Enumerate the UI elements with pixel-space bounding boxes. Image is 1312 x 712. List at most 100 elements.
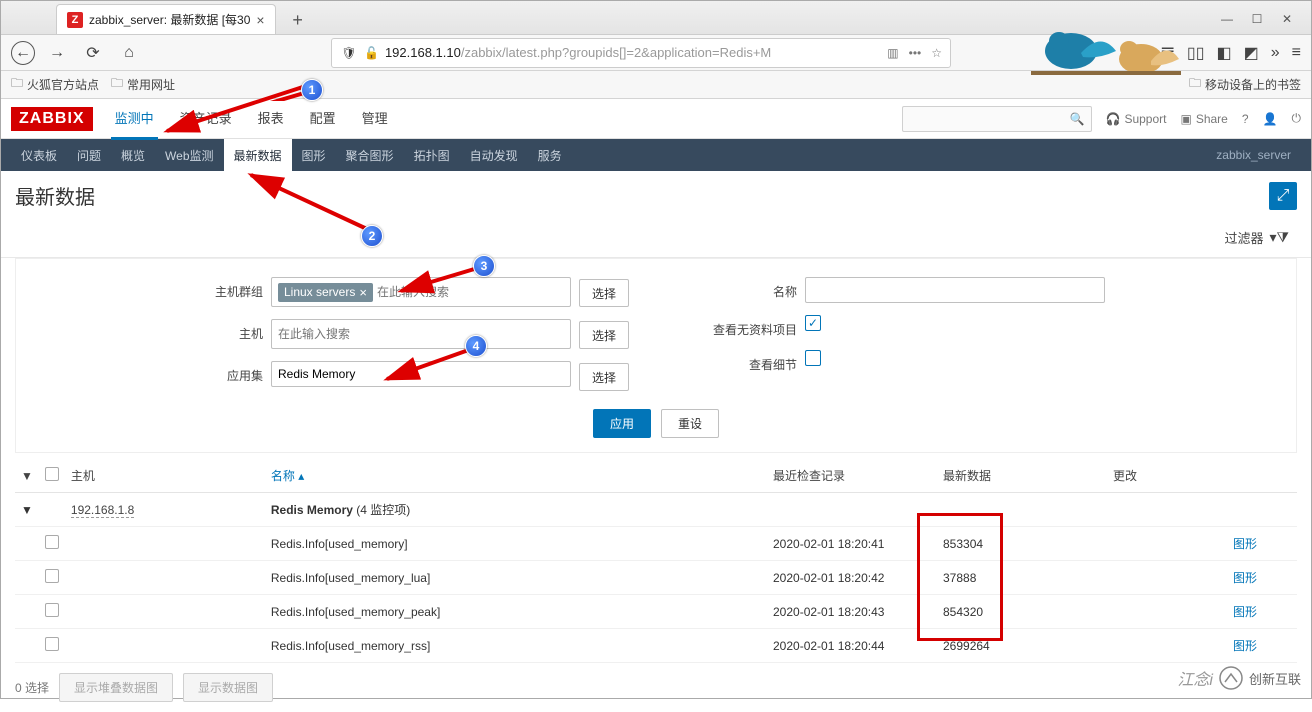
logout-icon[interactable]: ⏻ — [1292, 111, 1302, 126]
zabbix-logo[interactable]: ZABBIX — [11, 107, 93, 131]
bookmark-firefox-official[interactable]: 🗀 火狐官方站点 — [11, 74, 99, 95]
reset-button[interactable]: 重设 — [661, 409, 719, 438]
latest-data-table: ▼ 主机 名称 ▴ 最近检查记录 最新数据 更改 ▼ 192.168.1.8 R… — [15, 459, 1297, 663]
filter-toggle[interactable]: 过滤器 ▾⧩ — [1216, 224, 1297, 253]
label-hostgroup: 主机群组 — [207, 277, 263, 300]
watermark: 江念i 创新互联 — [1177, 666, 1301, 690]
search-input[interactable] — [909, 112, 1070, 126]
folder-icon: 🗀 — [1189, 74, 1201, 95]
graph-link[interactable]: 图形 — [1233, 571, 1257, 585]
bookmark-common-urls[interactable]: 🗀 常用网址 — [111, 74, 175, 95]
bookmark-star-icon[interactable]: ☆ — [931, 46, 942, 60]
show-data-graph-button[interactable]: 显示数据图 — [183, 673, 273, 702]
subnav-overview[interactable]: 概览 — [111, 139, 155, 171]
table-row: Redis.Info[used_memory] 2020-02-01 18:20… — [15, 527, 1297, 561]
subnav-problems[interactable]: 问题 — [67, 139, 111, 171]
group-row: ▼ 192.168.1.8 Redis Memory (4 监控项) — [15, 493, 1297, 527]
row-checkbox[interactable] — [45, 603, 59, 617]
new-tab-button[interactable]: + — [284, 6, 312, 34]
table-row: Redis.Info[used_memory_rss] 2020-02-01 1… — [15, 629, 1297, 663]
page-title: 最新数据 — [15, 181, 95, 210]
back-button[interactable]: ← — [11, 41, 35, 65]
item-lastcheck: 2020-02-01 18:20:43 — [767, 595, 937, 629]
select-application-button[interactable]: 选择 — [579, 363, 629, 391]
th-change[interactable]: 更改 — [1107, 459, 1227, 493]
th-lastcheck[interactable]: 最近检查记录 — [767, 459, 937, 493]
select-all-checkbox[interactable] — [45, 467, 59, 481]
host-ghost-input[interactable] — [278, 327, 564, 341]
insecure-lock-icon: 🔓 — [364, 46, 379, 60]
main-nav-reports[interactable]: 报表 — [254, 98, 288, 140]
main-nav-monitoring[interactable]: 监测中 — [111, 98, 158, 140]
subnav-discovery[interactable]: 自动发现 — [460, 139, 528, 171]
label-name: 名称 — [709, 277, 797, 300]
reader-mode-icon[interactable]: ▥ — [887, 46, 898, 60]
subnav-services[interactable]: 服务 — [528, 139, 572, 171]
forward-button[interactable]: → — [43, 39, 71, 67]
hostgroup-ghost-input[interactable] — [377, 285, 564, 299]
close-window-button[interactable]: ✕ — [1273, 7, 1301, 31]
app-menu-icon[interactable]: ≡ — [1292, 44, 1301, 62]
address-bar[interactable]: 🛡 🔓 192.168.1.10/zabbix/latest.php?group… — [331, 38, 951, 68]
hostgroup-input[interactable]: Linux servers × — [271, 277, 571, 307]
browser-tab[interactable]: Z zabbix_server: 最新数据 [每30 × — [56, 4, 276, 34]
subnav-maps[interactable]: 拓扑图 — [404, 139, 460, 171]
subnav-server-name: zabbix_server — [1206, 148, 1301, 162]
subnav-graphs[interactable]: 图形 — [292, 139, 336, 171]
select-host-button[interactable]: 选择 — [579, 321, 629, 349]
extension-icon-1[interactable]: ◧ — [1217, 43, 1232, 63]
noinfo-checkbox[interactable]: ✓ — [805, 315, 821, 331]
th-host[interactable]: 主机 — [65, 459, 265, 493]
fullscreen-button[interactable]: ⤢ — [1269, 182, 1297, 210]
graph-link[interactable]: 图形 — [1233, 605, 1257, 619]
subnav-screens[interactable]: 聚合图形 — [336, 139, 404, 171]
reload-button[interactable]: ⟳ — [79, 39, 107, 67]
item-value: 853304 — [937, 527, 1107, 561]
main-nav-administration[interactable]: 管理 — [358, 98, 392, 140]
search-icon[interactable]: 🔍 — [1070, 112, 1085, 126]
label-detail: 查看细节 — [709, 350, 797, 373]
row-checkbox[interactable] — [45, 535, 59, 549]
global-search[interactable]: 🔍 — [902, 106, 1092, 132]
row-checkbox[interactable] — [45, 637, 59, 651]
expand-all-toggle[interactable]: ▼ — [15, 459, 39, 493]
select-hostgroup-button[interactable]: 选择 — [579, 279, 629, 307]
tab-favicon: Z — [67, 12, 83, 28]
minimize-button[interactable]: — — [1213, 7, 1241, 31]
home-button[interactable]: ⌂ — [115, 39, 143, 67]
host-link[interactable]: 192.168.1.8 — [71, 503, 134, 518]
subnav-latest-data[interactable]: 最新数据 — [224, 139, 292, 171]
main-nav-inventory[interactable]: 资产记录 — [176, 98, 236, 140]
extension-icon-2[interactable]: ◩ — [1244, 43, 1259, 63]
apply-button[interactable]: 应用 — [593, 409, 651, 438]
graph-link[interactable]: 图形 — [1233, 639, 1257, 653]
share-link[interactable]: ▣ Share — [1180, 112, 1227, 126]
name-input[interactable] — [805, 277, 1105, 303]
main-nav-configuration[interactable]: 配置 — [306, 98, 340, 140]
tag-remove-icon[interactable]: × — [359, 285, 367, 300]
help-icon[interactable]: ? — [1242, 112, 1249, 126]
tracking-shield-icon[interactable]: 🛡 — [340, 44, 358, 62]
th-lastdata[interactable]: 最新数据 — [937, 459, 1107, 493]
graph-link[interactable]: 图形 — [1233, 537, 1257, 551]
page-actions-icon[interactable]: ••• — [909, 46, 922, 60]
mobile-bookmarks[interactable]: 🗀 移动设备上的书签 — [1189, 74, 1301, 95]
th-name[interactable]: 名称 ▴ — [265, 459, 767, 493]
show-stacked-graph-button[interactable]: 显示堆叠数据图 — [59, 673, 173, 702]
application-input[interactable] — [271, 361, 571, 387]
row-checkbox[interactable] — [45, 569, 59, 583]
extension-puzzle-icon[interactable]: ✦ — [1135, 43, 1148, 63]
tab-close-icon[interactable]: × — [256, 12, 264, 28]
collapse-toggle[interactable]: ▼ — [15, 493, 39, 527]
tab-title: zabbix_server: 最新数据 [每30 — [89, 11, 250, 28]
host-input[interactable] — [271, 319, 571, 349]
library-icon[interactable]: 𝌆 — [1161, 43, 1175, 63]
support-link[interactable]: 🎧 Support — [1106, 112, 1167, 126]
subnav-dashboard[interactable]: 仪表板 — [11, 139, 67, 171]
detail-checkbox[interactable]: ✓ — [805, 350, 821, 366]
user-icon[interactable]: 👤 — [1263, 112, 1278, 126]
subnav-web[interactable]: Web监测 — [155, 139, 223, 171]
maximize-button[interactable]: ☐ — [1243, 7, 1271, 31]
overflow-menu-icon[interactable]: » — [1271, 44, 1280, 62]
sidebar-icon[interactable]: ▯▯ — [1187, 43, 1205, 63]
